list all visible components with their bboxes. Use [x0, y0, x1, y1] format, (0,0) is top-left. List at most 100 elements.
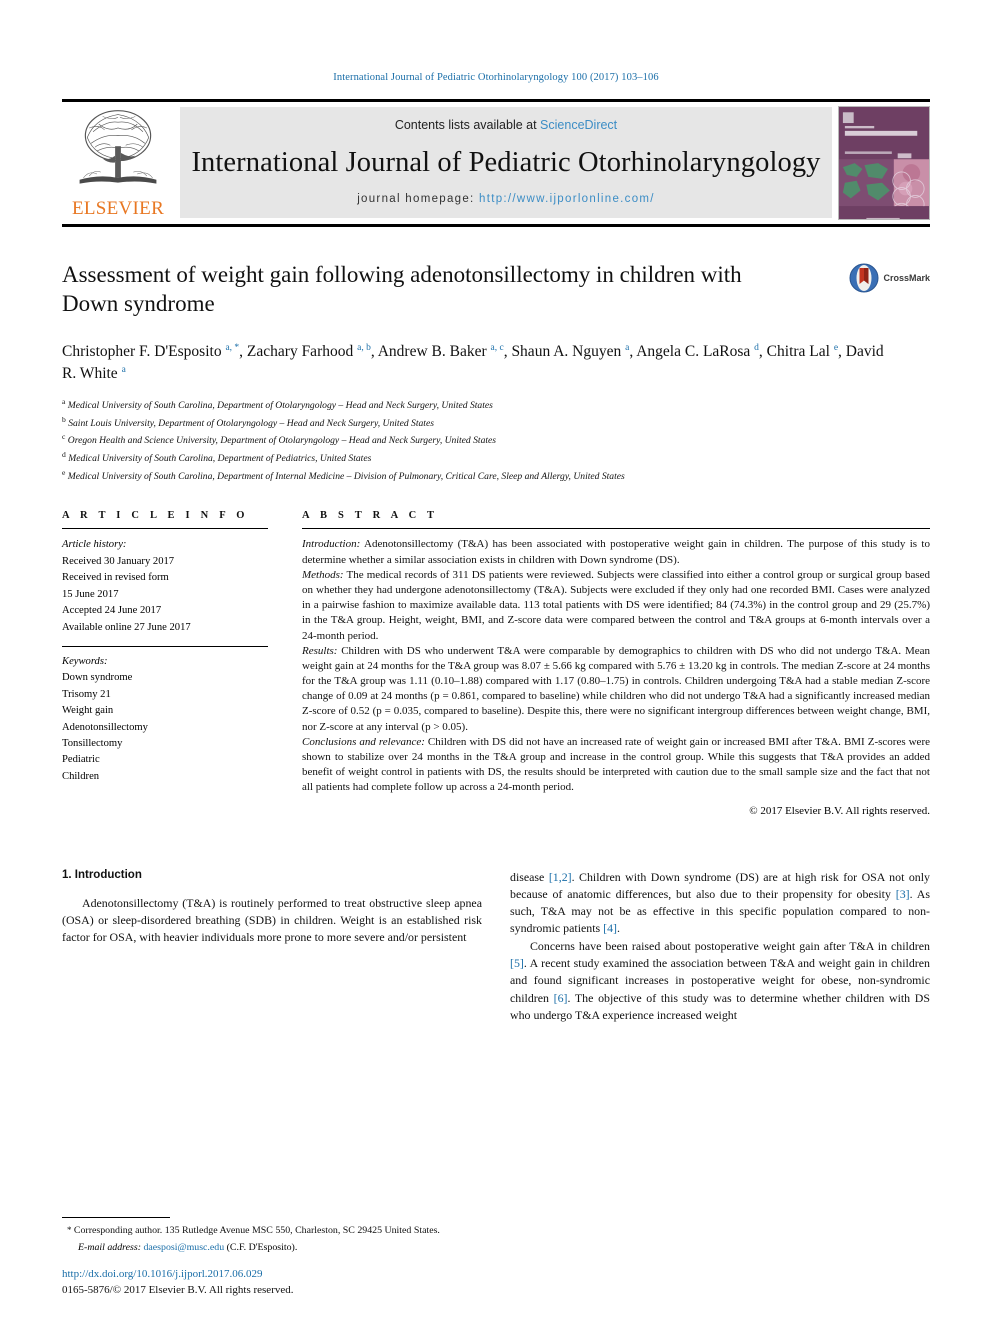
keyword-item: Trisomy 21 [62, 688, 111, 700]
journal-homepage-label: journal homepage: [357, 193, 480, 205]
info-and-abstract: A R T I C L E I N F O Article history: R… [62, 510, 930, 817]
abstract-results: Results: Children with DS who underwent … [302, 644, 930, 735]
paragraph-text: Concerns have been raised about postoper… [530, 939, 930, 954]
elsevier-publisher-logo: ELSEVIER [62, 102, 174, 224]
citation-ref[interactable]: [5] [510, 956, 524, 970]
title-block: Assessment of weight gain following aden… [62, 261, 930, 484]
affiliation-marker: e [62, 467, 66, 477]
author-list: Christopher F. D'Esposito a, *, Zachary … [62, 342, 884, 383]
abstract-methods: Methods: The medical records of 311 DS p… [302, 568, 930, 644]
article-history-item: Accepted 24 June 2017 [62, 605, 162, 617]
affiliation-text: Medical University of South Carolina, De… [67, 470, 625, 482]
journal-homepage-line: journal homepage: http://www.ijporlonlin… [357, 193, 655, 205]
affiliation-list: a Medical University of South Carolina, … [62, 396, 930, 485]
paragraph-text: . Children with Down syndrome (DS) are a… [510, 870, 930, 902]
email-note: E-mail address: daesposi@musc.edu (C.F. … [62, 1241, 482, 1255]
affiliation-item: e Medical University of South Carolina, … [62, 467, 930, 485]
citation-ref[interactable]: [3] [896, 887, 910, 901]
affiliation-item: c Oregon Health and Science University, … [62, 431, 930, 449]
abstract-column: A B S T R A C T Introduction: Adenotonsi… [302, 510, 930, 817]
contents-lists-prefix: Contents lists available at [394, 118, 541, 132]
article-info-heading: A R T I C L E I N F O [62, 510, 249, 522]
crossmark-label: CrossMark [883, 273, 930, 283]
keyword-item: Down syndrome [62, 672, 133, 684]
article-history-item: Received 30 January 2017 [62, 555, 175, 567]
affiliation-text: Medical University of South Carolina, De… [68, 453, 372, 465]
abstract-results-label: Results: [302, 644, 338, 657]
affiliation-text: Saint Louis University, Department of Ot… [68, 417, 434, 429]
masthead-center-panel: Contents lists available at ScienceDirec… [180, 107, 832, 218]
abstract-heading: A B S T R A C T [302, 510, 439, 522]
affiliation-item: a Medical University of South Carolina, … [62, 396, 930, 414]
email-suffix: (C.F. D'Esposito). [224, 1241, 298, 1253]
body-paragraph: Concerns have been raised about postoper… [510, 938, 930, 1023]
citation-ref[interactable]: [4] [603, 921, 617, 935]
crossmark-badge-icon [849, 263, 879, 293]
keyword-item: Weight gain [62, 705, 114, 717]
journal-cover-art [839, 108, 929, 219]
abstract-introduction-label: Introduction: [302, 538, 361, 551]
journal-masthead: ELSEVIER Contents lists available at Sci… [62, 99, 930, 227]
body-column-left: 1. Introduction Adenotonsillectomy (T&A)… [62, 869, 482, 1023]
journal-title: International Journal of Pediatric Otorh… [191, 146, 821, 178]
body-paragraph: disease [1,2]. Children with Down syndro… [510, 869, 930, 937]
keywords-label: Keywords: [62, 655, 108, 667]
email-link[interactable]: daesposi@musc.edu [143, 1242, 224, 1253]
affiliation-text: Oregon Health and Science University, De… [67, 435, 497, 447]
body-columns: 1. Introduction Adenotonsillectomy (T&A)… [62, 869, 930, 1023]
body-paragraph: Adenotonsillectomy (T&A) is routinely pe… [62, 896, 482, 945]
journal-homepage-link[interactable]: http://www.ijporlonline.com/ [479, 193, 655, 205]
keyword-item: Pediatric [62, 754, 100, 766]
affiliation-marker: d [62, 450, 66, 460]
corresponding-author-note: * Corresponding author. 135 Rutledge Ave… [62, 1224, 482, 1238]
elsevier-wordmark: ELSEVIER [71, 198, 165, 219]
affiliation-marker: a [62, 396, 66, 406]
abstract-conclusions-label: Conclusions and relevance: [302, 735, 425, 748]
keyword-item: Children [62, 770, 100, 782]
citation-ref[interactable]: [1,2] [549, 870, 572, 884]
doi-link[interactable]: http://dx.doi.org/10.1016/j.ijporl.2017.… [62, 1267, 492, 1283]
section-heading-introduction: 1. Introduction [62, 869, 142, 882]
article-history-item: Available online 27 June 2017 [62, 621, 191, 633]
footnote-divider [62, 1217, 170, 1219]
elsevier-tree-icon [79, 110, 157, 184]
article-history-item: 15 June 2017 [62, 588, 119, 600]
page-title: Assessment of weight gain following aden… [62, 262, 742, 316]
abstract-methods-text: The medical records of 311 DS patients w… [302, 568, 930, 642]
email-address-label: E-mail address: [78, 1241, 141, 1253]
doi-block: http://dx.doi.org/10.1016/j.ijporl.2017.… [62, 1267, 492, 1299]
abstract-divider [302, 528, 930, 530]
keywords-list: Down syndrome Trisomy 21 Weight gain Ade… [62, 670, 268, 785]
abstract-copyright: © 2017 Elsevier B.V. All rights reserved… [749, 805, 930, 818]
abstract-introduction: Introduction: Adenotonsillectomy (T&A) h… [302, 537, 930, 567]
abstract-introduction-text: Adenotonsillectomy (T&A) has been associ… [302, 538, 930, 566]
affiliation-marker: b [62, 414, 66, 424]
sciencedirect-link[interactable]: ScienceDirect [540, 118, 617, 132]
body-column-right: disease [1,2]. Children with Down syndro… [510, 869, 930, 1023]
journal-cover-thumbnail [838, 106, 930, 220]
article-history-label: Article history: [62, 539, 127, 551]
paragraph-text: . [617, 921, 620, 936]
contents-lists-line: Contents lists available at ScienceDirec… [395, 118, 617, 132]
article-info-column: A R T I C L E I N F O Article history: R… [62, 510, 268, 817]
citation-ref[interactable]: [6] [554, 991, 568, 1005]
abstract-conclusions: Conclusions and relevance: Children with… [302, 735, 930, 796]
corresponding-author-text: Corresponding author. 135 Rutledge Avenu… [71, 1225, 440, 1237]
footnote-block: * Corresponding author. 135 Rutledge Ave… [62, 1217, 482, 1255]
keyword-item: Adenotonsillectomy [62, 721, 148, 733]
running-head-citation: International Journal of Pediatric Otorh… [333, 72, 659, 83]
abstract-methods-label: Methods: [302, 568, 344, 581]
issn-copyright-line: 0165-5876/© 2017 Elsevier B.V. All right… [62, 1284, 294, 1297]
affiliation-marker: c [62, 432, 66, 442]
affiliation-item: b Saint Louis University, Department of … [62, 414, 930, 432]
article-page: International Journal of Pediatric Otorh… [0, 0, 992, 1323]
keyword-item: Tonsillectomy [62, 737, 123, 749]
affiliation-item: d Medical University of South Carolina, … [62, 449, 930, 467]
keywords-divider [62, 645, 268, 647]
article-info-divider [62, 528, 268, 530]
abstract-results-text: Children with DS who underwent T&A were … [302, 644, 930, 733]
article-history-item: Received in revised form [62, 572, 169, 584]
affiliation-text: Medical University of South Carolina, De… [67, 400, 493, 412]
crossmark-badge[interactable]: CrossMark [849, 263, 930, 293]
paragraph-text: disease [510, 870, 549, 885]
